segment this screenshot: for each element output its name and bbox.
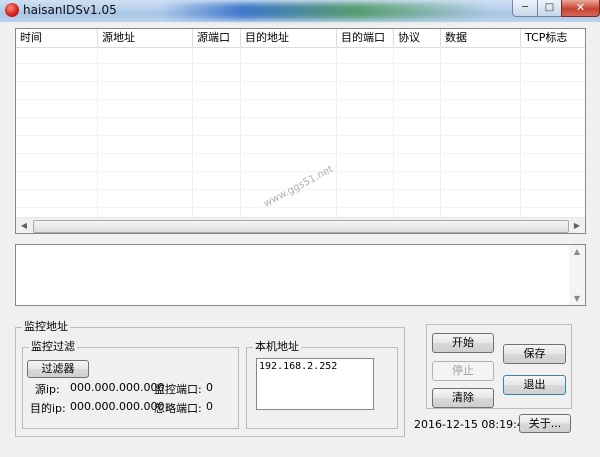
src-ip-label: 源ip:: [35, 383, 60, 396]
column-header-tcp-flags[interactable]: TCP标志: [521, 29, 585, 47]
log-textbox[interactable]: ▲ ▼: [15, 244, 586, 306]
main-window: haisanIDSv1.05 ─ □ ✕ 时间 源地址 源端口 目的地址 目的端…: [0, 0, 600, 457]
scroll-left-icon[interactable]: ◀: [16, 218, 32, 233]
monitor-port-value: 0: [206, 381, 213, 394]
list-header: 时间 源地址 源端口 目的地址 目的端口 协议 数据 TCP标志: [16, 29, 585, 48]
column-header-data[interactable]: 数据: [441, 29, 521, 47]
filter-button[interactable]: 过滤器: [27, 360, 89, 378]
minimize-icon: ─: [521, 2, 529, 13]
stop-button[interactable]: 停止: [432, 361, 494, 381]
grid-divider: [393, 47, 394, 217]
maximize-button[interactable]: □: [537, 0, 562, 17]
monitor-filter-label: 监控过滤: [29, 340, 77, 354]
minimize-button[interactable]: ─: [512, 0, 538, 17]
src-ip-value: 000.000.000.000: [70, 381, 165, 394]
start-button[interactable]: 开始: [432, 333, 494, 353]
about-button[interactable]: 关于...: [519, 414, 571, 433]
packet-list[interactable]: 时间 源地址 源端口 目的地址 目的端口 协议 数据 TCP标志 ◀ ▶: [15, 28, 586, 234]
grid-divider: [440, 47, 441, 217]
grid-row-line: [16, 207, 585, 208]
column-header-dst-port[interactable]: 目的端口: [337, 29, 394, 47]
dst-ip-value: 000.000.000.000: [70, 400, 165, 413]
local-ip-list[interactable]: 192.168.2.252: [256, 358, 374, 410]
scroll-right-icon[interactable]: ▶: [569, 218, 585, 233]
scroll-thumb[interactable]: [33, 220, 569, 233]
title-bar[interactable]: haisanIDSv1.05 ─ □ ✕: [0, 0, 600, 22]
maximize-icon: □: [544, 2, 555, 13]
datetime-display: 2016-12-15 08:19:47: [414, 418, 531, 431]
column-header-src-addr[interactable]: 源地址: [98, 29, 193, 47]
grid-row-line: [16, 63, 585, 64]
monitor-address-label: 监控地址: [22, 320, 70, 334]
scroll-up-icon[interactable]: ▲: [569, 247, 585, 256]
column-header-protocol[interactable]: 协议: [394, 29, 441, 47]
app-icon[interactable]: [5, 3, 19, 17]
grid-row-line: [16, 99, 585, 100]
grid-divider: [192, 47, 193, 217]
scroll-down-icon[interactable]: ▼: [569, 294, 585, 303]
ignore-port-value: 0: [206, 400, 213, 413]
grid-divider: [520, 47, 521, 217]
local-ip-item[interactable]: 192.168.2.252: [259, 361, 371, 372]
grid-divider: [97, 47, 98, 217]
save-button[interactable]: 保存: [503, 344, 566, 364]
grid-row-line: [16, 81, 585, 82]
local-address-label: 本机地址: [253, 340, 301, 354]
ignore-port-label: 忽略端口:: [154, 402, 202, 415]
grid-row-line: [16, 135, 585, 136]
column-header-time[interactable]: 时间: [16, 29, 98, 47]
column-header-dst-addr[interactable]: 目的地址: [241, 29, 337, 47]
clear-button[interactable]: 清除: [432, 388, 494, 408]
vertical-scrollbar[interactable]: ▲ ▼: [569, 245, 585, 305]
window-title: haisanIDSv1.05: [23, 3, 117, 17]
exit-button[interactable]: 退出: [503, 375, 566, 395]
column-header-src-port[interactable]: 源端口: [193, 29, 241, 47]
grid-divider: [336, 47, 337, 217]
grid-row-line: [16, 171, 585, 172]
close-icon: ✕: [575, 1, 586, 14]
grid-divider: [240, 47, 241, 217]
monitor-port-label: 监控端口:: [154, 383, 202, 396]
dst-ip-label: 目的ip:: [30, 402, 66, 415]
grid-row-line: [16, 117, 585, 118]
close-button[interactable]: ✕: [561, 0, 600, 17]
horizontal-scrollbar[interactable]: ◀ ▶: [16, 217, 585, 233]
grid-row-line: [16, 153, 585, 154]
title-bar-glow: [160, 3, 490, 19]
